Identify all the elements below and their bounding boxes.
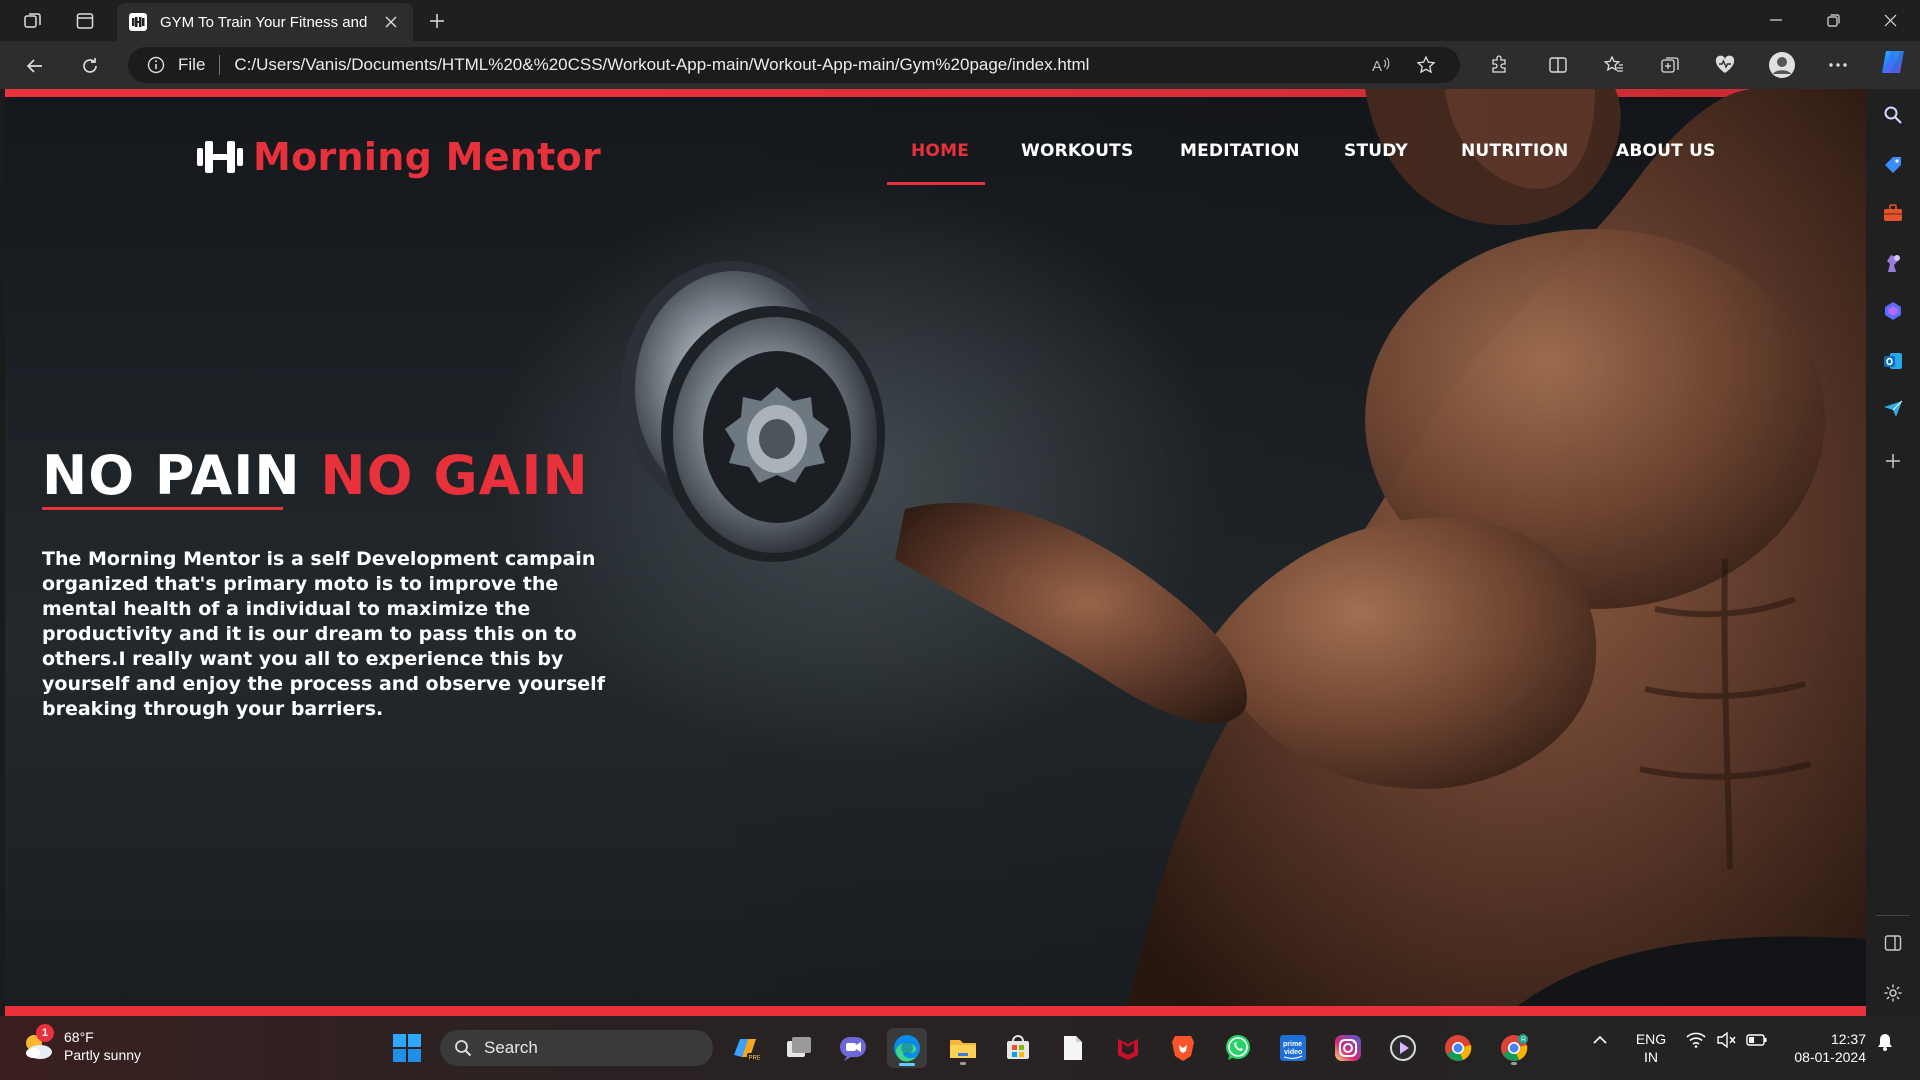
lang-code: ENG <box>1635 1031 1667 1047</box>
browser-toolbar: File C:/Users/Vanis/Documents/HTML%20&%2… <box>0 41 1920 89</box>
sidebar-tools-icon[interactable] <box>1879 199 1907 227</box>
minimize-button[interactable] <box>1754 6 1798 34</box>
nav-meditation[interactable]: MEDITATION <box>1180 141 1300 161</box>
region-code: IN <box>1644 1049 1658 1065</box>
whatsapp-icon[interactable] <box>1218 1028 1258 1068</box>
volume-muted-icon[interactable] <box>1716 1031 1736 1051</box>
browser-essentials-icon[interactable] <box>1710 50 1740 80</box>
wifi-icon[interactable] <box>1686 1032 1706 1051</box>
back-button[interactable] <box>20 51 50 81</box>
address-bar[interactable]: File C:/Users/Vanis/Documents/HTML%20&%2… <box>128 47 1460 83</box>
media-player-icon[interactable] <box>1383 1028 1423 1068</box>
input-language-indicator[interactable]: ENG IN <box>1633 1030 1669 1066</box>
site-info-icon[interactable] <box>146 55 166 75</box>
show-hidden-icons-chevron[interactable] <box>1592 1032 1608 1051</box>
notification-bell-icon[interactable] <box>1876 1032 1894 1055</box>
site-favicon-icon <box>129 13 147 31</box>
microsoft-store-icon[interactable] <box>998 1028 1038 1068</box>
main-nav: HOME WORKOUTS MEDITATION STUDY NUTRITION… <box>5 141 1866 181</box>
nav-home[interactable]: HOME <box>911 141 969 161</box>
brave-browser-icon[interactable] <box>1163 1028 1203 1068</box>
read-aloud-icon[interactable]: A <box>1366 50 1396 80</box>
new-tab-button[interactable] <box>423 7 451 35</box>
tab-actions-icon[interactable] <box>72 8 98 34</box>
copilot-icon[interactable] <box>1878 47 1908 77</box>
sidebar-add-icon[interactable] <box>1879 447 1907 475</box>
svg-text:video: video <box>1284 1049 1302 1056</box>
nav-workouts[interactable]: WORKOUTS <box>1021 141 1133 161</box>
teams-chat-icon[interactable] <box>833 1028 873 1068</box>
omnibox-divider <box>219 55 221 75</box>
weather-temp: 68°F <box>64 1029 94 1045</box>
file-explorer-icon[interactable] <box>943 1028 983 1068</box>
sidebar-drop-icon[interactable] <box>1879 395 1907 423</box>
headline-underline <box>42 507 283 510</box>
chrome-icon[interactable] <box>1438 1028 1478 1068</box>
tab-title: GYM To Train Your Fitness and M <box>160 13 372 31</box>
taskbar-search[interactable]: Search <box>440 1030 713 1066</box>
partly-sunny-icon: 1 <box>20 1024 56 1064</box>
sidebar-divider <box>1876 915 1910 916</box>
chrome-profile-icon[interactable]: R <box>1494 1028 1534 1068</box>
nav-study[interactable]: STUDY <box>1344 141 1408 161</box>
task-view-icon[interactable] <box>779 1028 819 1068</box>
nav-nutrition[interactable]: NUTRITION <box>1461 141 1568 161</box>
copilot-app-icon[interactable]: PRE <box>725 1028 765 1068</box>
favorite-star-icon[interactable] <box>1411 50 1441 80</box>
browser-tab-bar: GYM To Train Your Fitness and M <box>0 0 1920 41</box>
active-app-indicator <box>899 1063 915 1066</box>
collections-icon[interactable] <box>1655 50 1685 80</box>
clock-time: 12:37 <box>1830 1031 1866 1047</box>
sidebar-outlook-icon[interactable] <box>1879 347 1907 375</box>
bottom-accent-border <box>5 1006 1866 1016</box>
windows-taskbar: 1 68°F Partly sunny Search PRE prime vid… <box>0 1016 1920 1080</box>
search-icon <box>455 1040 472 1057</box>
sidebar-games-icon[interactable] <box>1879 249 1907 277</box>
settings-more-icon[interactable] <box>1823 50 1853 80</box>
hero-description: The Morning Mentor is a self Development… <box>42 548 605 720</box>
close-window-button[interactable] <box>1868 6 1912 34</box>
split-screen-icon[interactable] <box>1543 50 1573 80</box>
workspaces-icon[interactable] <box>20 8 46 34</box>
clock-date: 08-01-2024 <box>1794 1049 1866 1065</box>
headline-no-gain: NO GAIN <box>320 444 589 507</box>
favorites-icon[interactable] <box>1599 50 1629 80</box>
nav-about-us[interactable]: ABOUT US <box>1616 141 1716 161</box>
url-scheme-label: File <box>178 55 206 74</box>
instagram-icon[interactable] <box>1328 1028 1368 1068</box>
svg-text:PRE: PRE <box>749 1056 761 1062</box>
prime-video-icon[interactable]: prime video <box>1273 1028 1313 1068</box>
system-clock[interactable]: 12:37 08-01-2024 <box>1782 1030 1866 1066</box>
notepad-file-icon[interactable] <box>1053 1028 1093 1068</box>
sidebar-settings-icon[interactable] <box>1879 979 1907 1007</box>
weather-alert-badge: 1 <box>36 1024 54 1042</box>
profile-avatar[interactable] <box>1767 50 1797 80</box>
refresh-button[interactable] <box>75 51 105 81</box>
weather-widget[interactable]: 1 68°F Partly sunny <box>20 1024 142 1064</box>
svg-text:R: R <box>1521 1037 1526 1044</box>
active-nav-underline <box>887 182 985 185</box>
tab-gym[interactable]: GYM To Train Your Fitness and M <box>117 3 413 41</box>
hero-headline: NO PAIN NO GAIN <box>42 444 589 507</box>
svg-text:prime: prime <box>1283 1041 1302 1048</box>
url-text[interactable]: C:/Users/Vanis/Documents/HTML%20&%20CSS/… <box>234 55 1089 75</box>
start-button[interactable] <box>387 1028 427 1068</box>
weather-desc: Partly sunny <box>64 1047 142 1063</box>
sidebar-shopping-icon[interactable] <box>1879 151 1907 179</box>
battery-icon[interactable] <box>1746 1032 1768 1051</box>
headline-no-pain: NO PAIN <box>42 444 301 507</box>
edge-sidebar <box>1866 89 1920 1016</box>
hide-sidebar-icon[interactable] <box>1879 929 1907 957</box>
close-tab-icon[interactable] <box>381 12 401 32</box>
webpage-viewport: Morning Mentor HOME WORKOUTS MEDITATION … <box>5 89 1866 1016</box>
search-label: Search <box>484 1038 538 1057</box>
sidebar-microsoft365-icon[interactable] <box>1879 297 1907 325</box>
sidebar-search-icon[interactable] <box>1879 101 1907 129</box>
svg-text:A: A <box>1372 58 1382 74</box>
edge-app-icon[interactable] <box>887 1028 927 1068</box>
mcafee-icon[interactable] <box>1108 1028 1148 1068</box>
bodybuilder-hero-image <box>605 89 1866 1016</box>
extensions-icon[interactable] <box>1484 50 1514 80</box>
restore-button[interactable] <box>1811 6 1855 34</box>
